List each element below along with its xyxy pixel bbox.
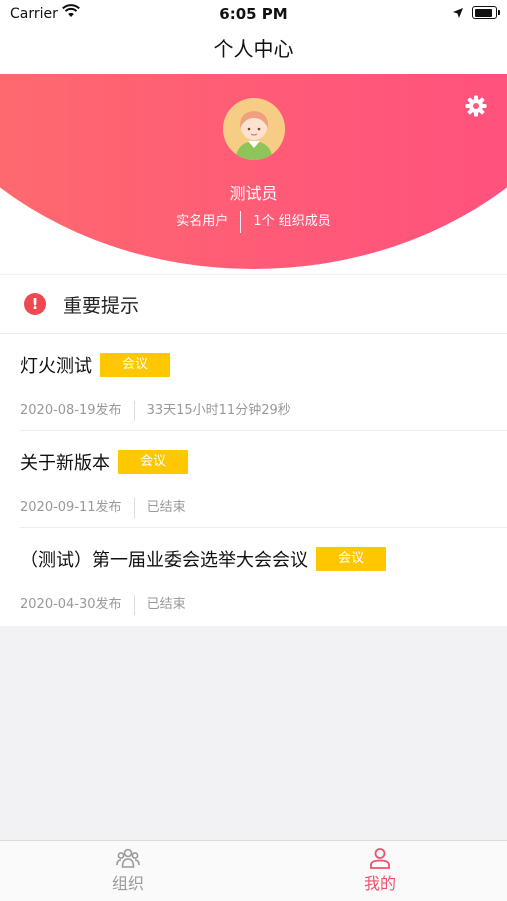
org-membership[interactable]: 1个 组织成员 (253, 214, 330, 229)
item-status: 33天15小时11分钟29秒 (146, 403, 291, 418)
list-item[interactable]: 灯火测试 会议 2020-08-19发布 33天15小时11分钟29秒 (0, 334, 507, 431)
notice-header: ! 重要提示 (0, 274, 507, 334)
item-tag: 会议 (100, 353, 171, 377)
tab-org[interactable]: 组织 (78, 841, 178, 901)
nav-bar: 个人中心 (0, 28, 507, 74)
page-title: 个人中心 (213, 37, 294, 61)
verified-status: 实名用户 (176, 214, 229, 229)
profile-header: 测试员 实名用户 1个 组织成员 (0, 74, 507, 274)
org-icon (116, 848, 140, 868)
list-item[interactable]: 关于新版本 会议 2020-09-11发布 已结束 (0, 431, 507, 528)
status-bar: Carrier 6:05 PM (0, 0, 507, 28)
item-date: 2020-08-19发布 (20, 403, 122, 418)
meta-divider (240, 210, 242, 233)
notice-panel: ! 重要提示 灯火测试 会议 2020-08-19发布 33天15小时11分钟29秒… (0, 274, 507, 626)
item-title: 灯火测试 (20, 356, 92, 377)
username: 测试员 (229, 184, 278, 203)
item-status: 已结束 (146, 597, 186, 612)
person-icon (370, 848, 390, 869)
avatar[interactable] (223, 98, 285, 160)
tab-label: 我的 (363, 874, 396, 893)
tab-mine[interactable]: 我的 (330, 841, 430, 901)
tab-bar: 组织 我的 (0, 840, 507, 901)
item-title: 关于新版本 (20, 453, 110, 474)
user-avatar-icon (223, 98, 285, 160)
profile-meta: 实名用户 1个 组织成员 (0, 210, 507, 233)
item-date: 2020-04-30发布 (20, 597, 122, 612)
notice-title: 重要提示 (63, 295, 140, 317)
item-date: 2020-09-11发布 (20, 500, 122, 515)
gear-icon[interactable] (464, 94, 488, 118)
list-item[interactable]: （测试）第一届业委会选举大会会议 会议 2020-04-30发布 已结束 (0, 528, 507, 625)
item-status: 已结束 (146, 500, 186, 515)
status-time: 6:05 PM (219, 5, 288, 23)
item-tag: 会议 (118, 450, 189, 474)
item-tag: 会议 (316, 547, 387, 571)
location-arrow-icon (453, 8, 463, 18)
item-title: （测试）第一届业委会选举大会会议 (20, 550, 308, 571)
alert-icon: ! (24, 293, 46, 315)
tab-label: 组织 (111, 874, 144, 893)
battery-icon (472, 6, 500, 19)
